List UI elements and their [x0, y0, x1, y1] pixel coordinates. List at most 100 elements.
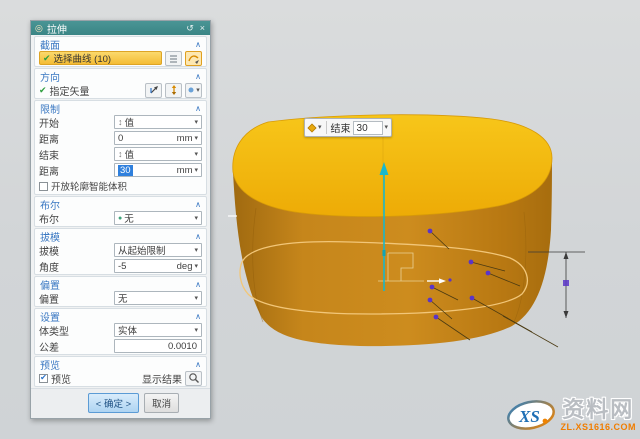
dialog-title: 拉伸: [47, 21, 181, 36]
limit-option-dropdown-icon[interactable]: ▾: [318, 124, 322, 131]
end-distance-input[interactable]: 30 mm ▾: [114, 163, 202, 177]
section-group-header[interactable]: 截面 ∧: [35, 37, 206, 50]
offset-group-header[interactable]: 偏置 ∧: [35, 277, 206, 290]
dropdown-icon: ▾: [194, 119, 198, 126]
boolean-none-icon: ●: [118, 215, 122, 222]
dialog-close-icon[interactable]: ×: [199, 24, 206, 33]
limit-option-icon[interactable]: [307, 123, 316, 132]
body-type-value: 实体: [118, 323, 192, 337]
select-curve-button[interactable]: [185, 51, 202, 66]
start-distance-label: 距离: [39, 131, 59, 146]
toolbar-divider: [326, 121, 327, 134]
watermark-site-name: 资料网: [562, 399, 634, 421]
value-method-icon: ↕: [118, 117, 123, 127]
end-method-value: 值: [125, 147, 193, 161]
curve-list-button[interactable]: [165, 51, 182, 66]
draft-label: 拔模: [39, 243, 59, 258]
start-method-value: 值: [125, 115, 193, 129]
dropdown-icon: ▾: [194, 247, 198, 254]
collapse-icon[interactable]: ∧: [195, 360, 201, 369]
limits-group-header[interactable]: 限制 ∧: [35, 101, 206, 114]
cancel-button[interactable]: 取消: [144, 393, 179, 413]
dropdown-icon: ▾: [194, 263, 198, 270]
collapse-icon[interactable]: ∧: [195, 232, 201, 241]
end-distance-row: 距离 30 mm ▾: [35, 162, 206, 178]
angle-input[interactable]: -5 deg ▾: [114, 259, 202, 273]
dropdown-icon: ▾: [194, 327, 198, 334]
end-distance-value: 30: [118, 165, 133, 176]
offset-select[interactable]: 无 ▾: [114, 291, 202, 305]
direction-group-header[interactable]: 方向 ∧: [35, 69, 206, 82]
draft-group-header[interactable]: 拔模 ∧: [35, 229, 206, 242]
onscreen-input-toolbar[interactable]: ▾ 结束 30 ▾: [304, 118, 392, 137]
select-curve-row: ✔ 选择曲线 (10): [35, 50, 206, 66]
reverse-direction-icon: [168, 84, 180, 96]
vector-options-dropdown[interactable]: ▾: [185, 83, 202, 98]
boolean-label: 布尔: [39, 211, 59, 226]
tolerance-input[interactable]: 0.0010: [114, 339, 202, 353]
start-method-select[interactable]: ↕ 值 ▾: [114, 115, 202, 129]
value-method-icon: ↕: [118, 149, 123, 159]
dim-arrow-bottom: [564, 311, 569, 318]
offset-value: 无: [118, 291, 192, 305]
start-row: 开始 ↕ 值 ▾: [35, 114, 206, 130]
watermark-logo-text: XS: [518, 407, 540, 426]
settings-group-header[interactable]: 设置 ∧: [35, 309, 206, 322]
dialog-footer: < 确定 > 取消: [31, 388, 210, 418]
model-top-face[interactable]: [233, 115, 552, 217]
end-row: 结束 ↕ 值 ▾: [35, 146, 206, 162]
dim-arrow-top: [564, 252, 569, 259]
open-profile-row: 开放轮廓智能体积: [35, 178, 206, 194]
preview-label: 预览: [51, 371, 71, 386]
draft-method-select[interactable]: 从起始限制 ▾: [114, 243, 202, 257]
boolean-group-title: 布尔: [40, 197, 60, 212]
dialog-reset-icon[interactable]: ↺: [185, 24, 195, 33]
dim-value-tag[interactable]: [563, 280, 569, 286]
limits-group-title: 限制: [40, 101, 60, 116]
body-type-select[interactable]: 实体 ▾: [114, 323, 202, 337]
collapse-icon[interactable]: ∧: [195, 72, 201, 81]
boolean-select[interactable]: ● 无 ▾: [114, 211, 202, 225]
draft-method-value: 从起始限制: [118, 243, 192, 257]
reverse-direction-button[interactable]: [165, 83, 182, 98]
boolean-group-header[interactable]: 布尔 ∧: [35, 197, 206, 210]
preview-row: ✔ 预览 显示结果: [35, 370, 206, 386]
ok-button[interactable]: < 确定 >: [88, 393, 139, 413]
dropdown-icon: ▾: [194, 215, 198, 222]
direction-group-title: 方向: [40, 69, 60, 84]
preview-checkbox[interactable]: ✔: [39, 374, 48, 383]
collapse-icon[interactable]: ∧: [195, 104, 201, 113]
curve-select-icon: [188, 52, 200, 64]
extrude-dialog: ◎ 拉伸 ↺ × 截面 ∧ ✔ 选择曲线 (10): [30, 20, 211, 419]
preview-group-header[interactable]: 预览 ∧: [35, 357, 206, 370]
vector-dialog-button[interactable]: [145, 83, 162, 98]
draft-group: 拔模 ∧ 拔模 从起始限制 ▾ 角度 -5 deg ▾: [34, 228, 207, 275]
show-result-button[interactable]: [185, 371, 202, 386]
collapse-icon[interactable]: ∧: [195, 312, 201, 321]
dialog-gear-icon: ◎: [35, 24, 43, 33]
end-method-select[interactable]: ↕ 值 ▾: [114, 147, 202, 161]
offset-group-title: 偏置: [40, 277, 60, 292]
collapse-icon[interactable]: ∧: [195, 200, 201, 209]
offset-row: 偏置 无 ▾: [35, 290, 206, 306]
open-profile-checkbox[interactable]: [39, 182, 48, 191]
magnifier-icon: [188, 372, 200, 384]
select-curve-field[interactable]: ✔ 选择曲线 (10): [39, 51, 162, 65]
settings-group: 设置 ∧ 体类型 实体 ▾ 公差 0.0010: [34, 308, 207, 355]
direction-group: 方向 ∧ ✔ 指定矢量: [34, 68, 207, 99]
onscreen-input-dropdown-icon[interactable]: ▾: [385, 124, 389, 131]
vector-option-icon: [187, 85, 196, 96]
start-distance-input[interactable]: 0 mm ▾: [114, 131, 202, 145]
dialog-title-bar[interactable]: ◎ 拉伸 ↺ ×: [31, 21, 210, 35]
check-icon: ✔: [43, 53, 51, 64]
collapse-icon[interactable]: ∧: [195, 280, 201, 289]
boolean-value: 无: [124, 211, 192, 225]
onscreen-input-label: 结束: [331, 120, 351, 135]
dropdown-icon: ▾: [194, 151, 198, 158]
tolerance-row: 公差 0.0010: [35, 338, 206, 354]
onscreen-distance-input[interactable]: 30: [353, 121, 383, 135]
show-result-label: 显示结果: [142, 371, 182, 386]
watermark-site-url: ZL.XS1616.COM: [560, 422, 636, 432]
start-distance-value: 0: [118, 133, 175, 144]
collapse-icon[interactable]: ∧: [195, 40, 201, 49]
